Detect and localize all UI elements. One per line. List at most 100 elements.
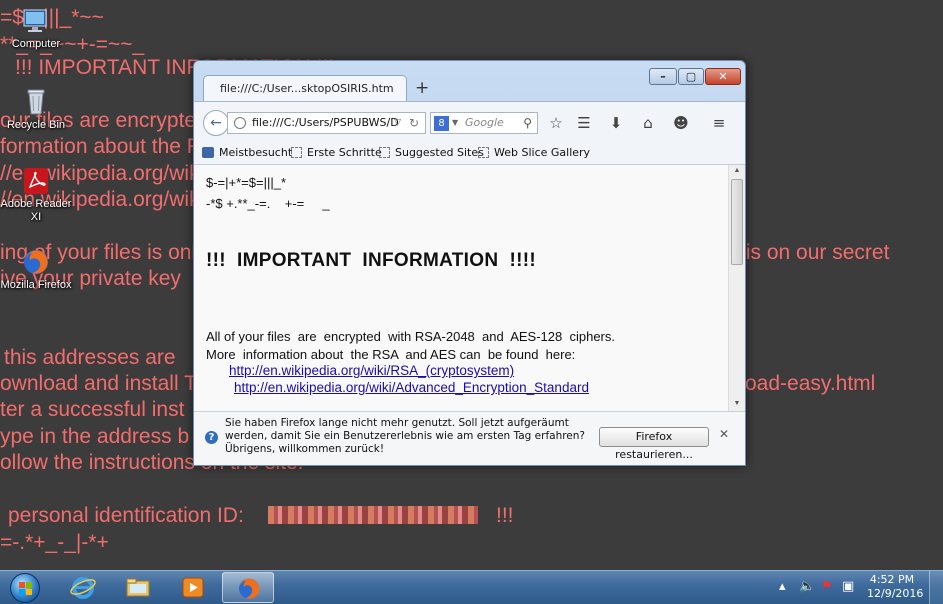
bookmark-erste-schritte[interactable]: Erste Schritte bbox=[291, 143, 382, 163]
wallpaper-text-line: ter a successful inst bbox=[0, 398, 185, 421]
clock-time: 4:52 PM bbox=[869, 573, 915, 586]
adobe-reader-icon bbox=[24, 168, 48, 194]
vertical-scrollbar[interactable]: ▲ ▼ bbox=[728, 165, 745, 411]
volume-button[interactable]: 🔈 bbox=[799, 577, 815, 597]
notification-bar: ? Sie haben Firefox lange nicht mehr gen… bbox=[194, 411, 745, 465]
new-tab-button[interactable]: + bbox=[415, 78, 429, 98]
bookmark-placeholder-icon bbox=[478, 147, 489, 158]
folder-icon bbox=[126, 578, 150, 597]
clock-date: 12/9/2016 bbox=[867, 587, 924, 600]
close-icon: ✕ bbox=[718, 70, 728, 83]
wallpaper-text-line: ype in the address b bbox=[0, 425, 190, 448]
taskbar-media-player[interactable] bbox=[167, 572, 219, 603]
show-desktop-button[interactable] bbox=[929, 571, 943, 604]
scrollbar-thumb[interactable] bbox=[731, 179, 743, 265]
close-button[interactable]: ✕ bbox=[705, 68, 741, 85]
tab-title: file:///C:/User...sktopOSIRIS.htm bbox=[220, 82, 394, 95]
reload-icon[interactable]: ↻ bbox=[409, 113, 419, 133]
search-engine-icon[interactable]: 8 bbox=[434, 116, 449, 131]
navigation-toolbar: ← file:///C:/Users/PSPUBWS/D ▽ ↻ 8 ▼ Goo… bbox=[194, 101, 745, 143]
search-input[interactable]: 8 ▼ Google ⚲ bbox=[430, 112, 538, 134]
downloads-icon[interactable]: ⬇ bbox=[606, 113, 626, 133]
desktop-icon-adobe-reader[interactable]: Adobe Reader XI bbox=[0, 166, 72, 224]
network-icon: ▣ bbox=[842, 579, 855, 594]
firefox-icon bbox=[24, 250, 48, 274]
search-placeholder: Google bbox=[465, 116, 504, 129]
globe-icon bbox=[234, 117, 246, 129]
wallpaper-text-line: =-.*+_-_|-*+ bbox=[0, 531, 109, 554]
content-line-2: -*$ +.**_-=. +-= _ bbox=[206, 196, 330, 211]
bookmark-suggested-sites[interactable]: Suggested Sites bbox=[379, 143, 484, 163]
bookmarks-folder-icon bbox=[202, 147, 214, 158]
url-text: file:///C:/Users/PSPUBWS/D bbox=[252, 116, 399, 129]
windows-logo-icon bbox=[10, 573, 40, 603]
desktop-icon-recycle-bin[interactable]: Recycle Bin bbox=[0, 87, 72, 132]
bookmark-placeholder-icon bbox=[291, 147, 302, 158]
wallpaper-text-line: ownload and install T bbox=[0, 372, 197, 395]
redacted-personal-id: ██████████████ bbox=[268, 506, 478, 524]
content-paragraph-2: More information about the RSA and AES c… bbox=[206, 347, 576, 362]
notification-close-icon[interactable]: ✕ bbox=[719, 428, 729, 441]
search-icon[interactable]: ⚲ bbox=[523, 113, 532, 133]
minimize-button[interactable]: – bbox=[649, 68, 677, 85]
url-bar[interactable]: file:///C:/Users/PSPUBWS/D ▽ ↻ bbox=[227, 112, 426, 134]
wallpaper-text-line: oad-easy.html bbox=[745, 372, 876, 395]
browser-tab[interactable]: file:///C:/User...sktopOSIRIS.htm bbox=[203, 75, 407, 101]
notification-message: Sie haben Firefox lange nicht mehr genut… bbox=[225, 417, 585, 455]
maximize-icon: ▢ bbox=[685, 70, 697, 83]
scroll-up-icon[interactable]: ▲ bbox=[729, 167, 745, 174]
taskbar-windows-explorer[interactable] bbox=[112, 572, 164, 603]
search-engine-dropdown-icon[interactable]: ▼ bbox=[452, 113, 458, 133]
tab-strip: file:///C:/User...sktopOSIRIS.htm + – ▢ … bbox=[194, 61, 745, 101]
content-paragraph-1: All of your files are encrypted with RSA… bbox=[206, 329, 615, 344]
speaker-icon: 🔈 bbox=[799, 579, 816, 594]
bookmark-star-icon[interactable]: ☆ bbox=[546, 113, 566, 133]
page-content: $-=|+*=$=|||_* -*$ +.**_-=. +-= _ !!! IM… bbox=[194, 165, 745, 411]
minimize-icon: – bbox=[660, 70, 666, 83]
bookmark-meistbesucht[interactable]: Meistbesucht bbox=[202, 143, 292, 163]
wallpaper-text-line: this addresses are bbox=[4, 346, 176, 369]
firefox-refresh-button[interactable]: Firefox restaurieren... bbox=[599, 427, 709, 461]
desktop-icon-label: Recycle Bin bbox=[6, 119, 66, 131]
back-button[interactable]: ← bbox=[203, 110, 229, 136]
content-line-1: $-=|+*=$=|||_* bbox=[206, 175, 287, 190]
action-center-icon: ⚑ bbox=[821, 579, 833, 594]
computer-icon bbox=[23, 9, 47, 32]
media-player-icon bbox=[182, 577, 204, 598]
maximize-button[interactable]: ▢ bbox=[678, 68, 704, 85]
back-arrow-icon: ← bbox=[210, 115, 222, 131]
taskbar-firefox[interactable] bbox=[222, 572, 274, 603]
desktop-icon-label: Computer bbox=[11, 38, 61, 50]
taskbar-internet-explorer[interactable] bbox=[57, 572, 109, 603]
scroll-down-icon[interactable]: ▼ bbox=[729, 400, 745, 407]
link-aes[interactable]: http://en.wikipedia.org/wiki/Advanced_En… bbox=[234, 380, 589, 395]
system-clock[interactable]: 4:52 PM 12/9/2016 bbox=[867, 573, 924, 601]
wallpaper-text-line: !!! bbox=[496, 504, 514, 527]
desktop-icon-label: Adobe Reader XI bbox=[0, 198, 72, 223]
menu-icon[interactable]: ≡ bbox=[709, 113, 729, 133]
reading-list-icon[interactable]: ☰ bbox=[574, 113, 594, 133]
network-button[interactable]: ▣ bbox=[842, 577, 854, 597]
show-hidden-icon: ▴ bbox=[779, 579, 786, 594]
taskbar: ▴ 🔈 ⚑ ▣ 4:52 PM 12/9/2016 bbox=[0, 570, 943, 604]
bookmarks-toolbar: Meistbesucht Erste Schritte Suggested Si… bbox=[194, 143, 745, 165]
firefox-icon bbox=[239, 578, 260, 599]
action-center-button[interactable]: ⚑ bbox=[821, 577, 833, 597]
info-icon: ? bbox=[205, 431, 218, 444]
home-icon[interactable]: ⌂ bbox=[638, 113, 658, 133]
desktop-icon-computer[interactable]: Computer bbox=[0, 6, 72, 51]
history-dropdown-icon[interactable]: ▽ bbox=[394, 113, 401, 133]
firefox-window[interactable]: file:///C:/User...sktopOSIRIS.htm + – ▢ … bbox=[193, 60, 746, 466]
link-rsa[interactable]: http://en.wikipedia.org/wiki/RSA_(crypto… bbox=[229, 363, 514, 378]
desktop-icon-mozilla-firefox[interactable]: Mozilla Firefox bbox=[0, 247, 72, 292]
wallpaper-text-line: personal identification ID: bbox=[8, 504, 244, 527]
internet-explorer-icon bbox=[70, 577, 96, 599]
chat-icon[interactable]: ☻ bbox=[671, 113, 691, 133]
start-button[interactable] bbox=[5, 571, 45, 604]
page-heading: !!! IMPORTANT INFORMATION !!!! bbox=[206, 250, 537, 271]
recycle-bin-icon bbox=[27, 89, 45, 115]
bookmark-placeholder-icon bbox=[379, 147, 390, 158]
bookmark-web-slice-gallery[interactable]: Web Slice Gallery bbox=[478, 143, 590, 163]
desktop-icon-label: Mozilla Firefox bbox=[0, 279, 72, 291]
show-hidden-icons[interactable]: ▴ bbox=[779, 577, 786, 597]
